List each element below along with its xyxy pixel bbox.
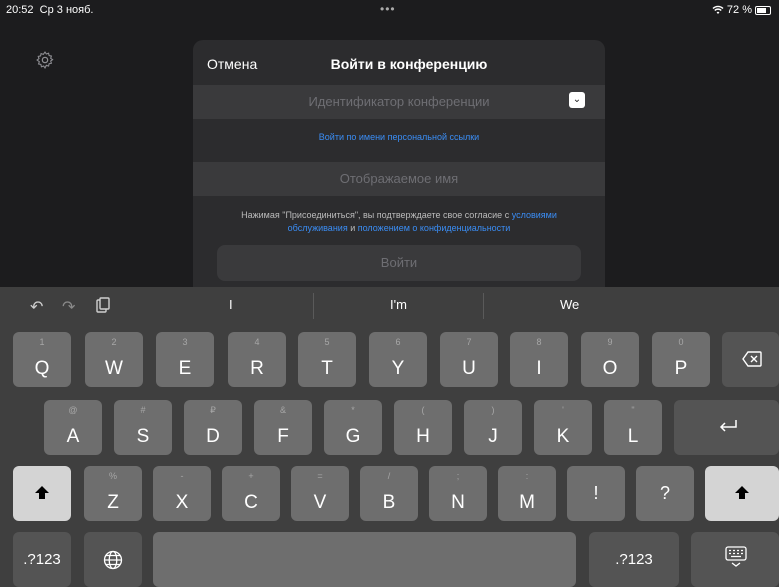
dialog-title: Войти в конференцию xyxy=(330,56,488,72)
wifi-icon xyxy=(712,5,724,14)
suggestion-divider xyxy=(313,293,314,319)
key-p[interactable]: 0P xyxy=(652,332,710,387)
meeting-id-placeholder: Идентификатор конференции xyxy=(308,94,490,109)
backspace-key[interactable] xyxy=(722,332,779,387)
key-u[interactable]: 7U xyxy=(440,332,498,387)
globe-icon xyxy=(103,550,123,570)
status-bar: 20:52 Ср 3 нояб. ••• 72 % xyxy=(0,0,779,22)
key-r[interactable]: 4R xyxy=(228,332,286,387)
keyboard-hide-icon xyxy=(725,546,747,567)
key-q[interactable]: 1Q xyxy=(13,332,71,387)
key-w[interactable]: 2W xyxy=(85,332,143,387)
terms-and: и xyxy=(347,223,358,233)
paste-icon[interactable] xyxy=(96,297,110,313)
shift-key-left[interactable] xyxy=(13,466,71,521)
key-e[interactable]: 3E xyxy=(156,332,214,387)
display-name-field[interactable]: Отображаемое имя xyxy=(193,162,605,196)
key-c[interactable]: + C xyxy=(222,466,280,521)
return-key[interactable] xyxy=(674,400,779,455)
key-j[interactable]: ) J xyxy=(464,400,522,455)
globe-key[interactable] xyxy=(84,532,142,587)
suggestion-3[interactable]: We xyxy=(560,297,579,312)
key-h[interactable]: (H xyxy=(394,400,452,455)
space-key[interactable] xyxy=(153,532,576,587)
key-x[interactable]: -X xyxy=(153,466,211,521)
key-m[interactable]: :M xyxy=(498,466,556,521)
join-button[interactable]: Войти xyxy=(217,245,581,281)
multitasking-dots[interactable]: ••• xyxy=(380,2,396,16)
keyboard: ↶ ↷ I I'm We 1Q 2W 3E 4R 5T 6Y 7U 8I 9O … xyxy=(0,287,779,587)
numbers-key-left[interactable]: .?123 xyxy=(13,532,71,587)
key-b[interactable]: / B xyxy=(360,466,418,521)
terms-prefix: Нажимая "Присоединиться", вы подтверждае… xyxy=(241,210,512,220)
numbers-key-right[interactable]: .?123 xyxy=(589,532,679,587)
hide-keyboard-key[interactable] xyxy=(691,532,779,587)
return-icon xyxy=(719,420,737,432)
backspace-icon xyxy=(742,351,762,367)
shift-icon xyxy=(35,486,49,499)
battery-icon xyxy=(755,5,771,15)
battery-percent: 72 % xyxy=(726,4,752,16)
join-meeting-dialog: Отмена Войти в конференцию Идентификатор… xyxy=(193,40,605,288)
status-right: 72 % xyxy=(712,4,771,16)
key-f[interactable]: & F xyxy=(254,400,312,455)
key-a[interactable]: @ A xyxy=(44,400,102,455)
suggestion-divider xyxy=(483,293,484,319)
key-d[interactable]: ₽ D xyxy=(184,400,242,455)
key-v[interactable]: = V xyxy=(291,466,349,521)
key-o[interactable]: 9O xyxy=(581,332,639,387)
meeting-id-field[interactable]: Идентификатор конференции ⌄ xyxy=(193,85,605,119)
suggestion-1[interactable]: I xyxy=(229,297,233,312)
key-n[interactable]: ; N xyxy=(429,466,487,521)
privacy-link[interactable]: положением о конфиденциальности xyxy=(358,223,511,233)
shift-key-right[interactable] xyxy=(705,466,779,521)
key-t[interactable]: 5T xyxy=(298,332,356,387)
key-exclamation[interactable]: ! xyxy=(567,466,625,521)
key-l[interactable]: " L xyxy=(604,400,662,455)
key-question[interactable]: ? xyxy=(636,466,694,521)
gear-icon[interactable] xyxy=(35,50,55,70)
key-y[interactable]: 6Y xyxy=(369,332,427,387)
shift-icon xyxy=(735,486,749,499)
personal-link-button[interactable]: Войти по имени персональной ссылки xyxy=(193,132,605,142)
suggestion-2[interactable]: I'm xyxy=(390,297,407,312)
key-s[interactable]: # S xyxy=(114,400,172,455)
undo-icon[interactable]: ↶ xyxy=(30,297,43,317)
key-g[interactable]: * G xyxy=(324,400,382,455)
key-z[interactable]: % Z xyxy=(84,466,142,521)
terms-text: Нажимая "Присоединиться", вы подтверждае… xyxy=(213,209,585,235)
key-k[interactable]: ' K xyxy=(534,400,592,455)
status-time: 20:52 Ср 3 нояб. xyxy=(6,4,94,16)
key-i[interactable]: 8I xyxy=(510,332,568,387)
display-name-placeholder: Отображаемое имя xyxy=(339,171,459,186)
chevron-down-icon[interactable]: ⌄ xyxy=(569,92,585,108)
redo-icon[interactable]: ↷ xyxy=(62,297,75,317)
